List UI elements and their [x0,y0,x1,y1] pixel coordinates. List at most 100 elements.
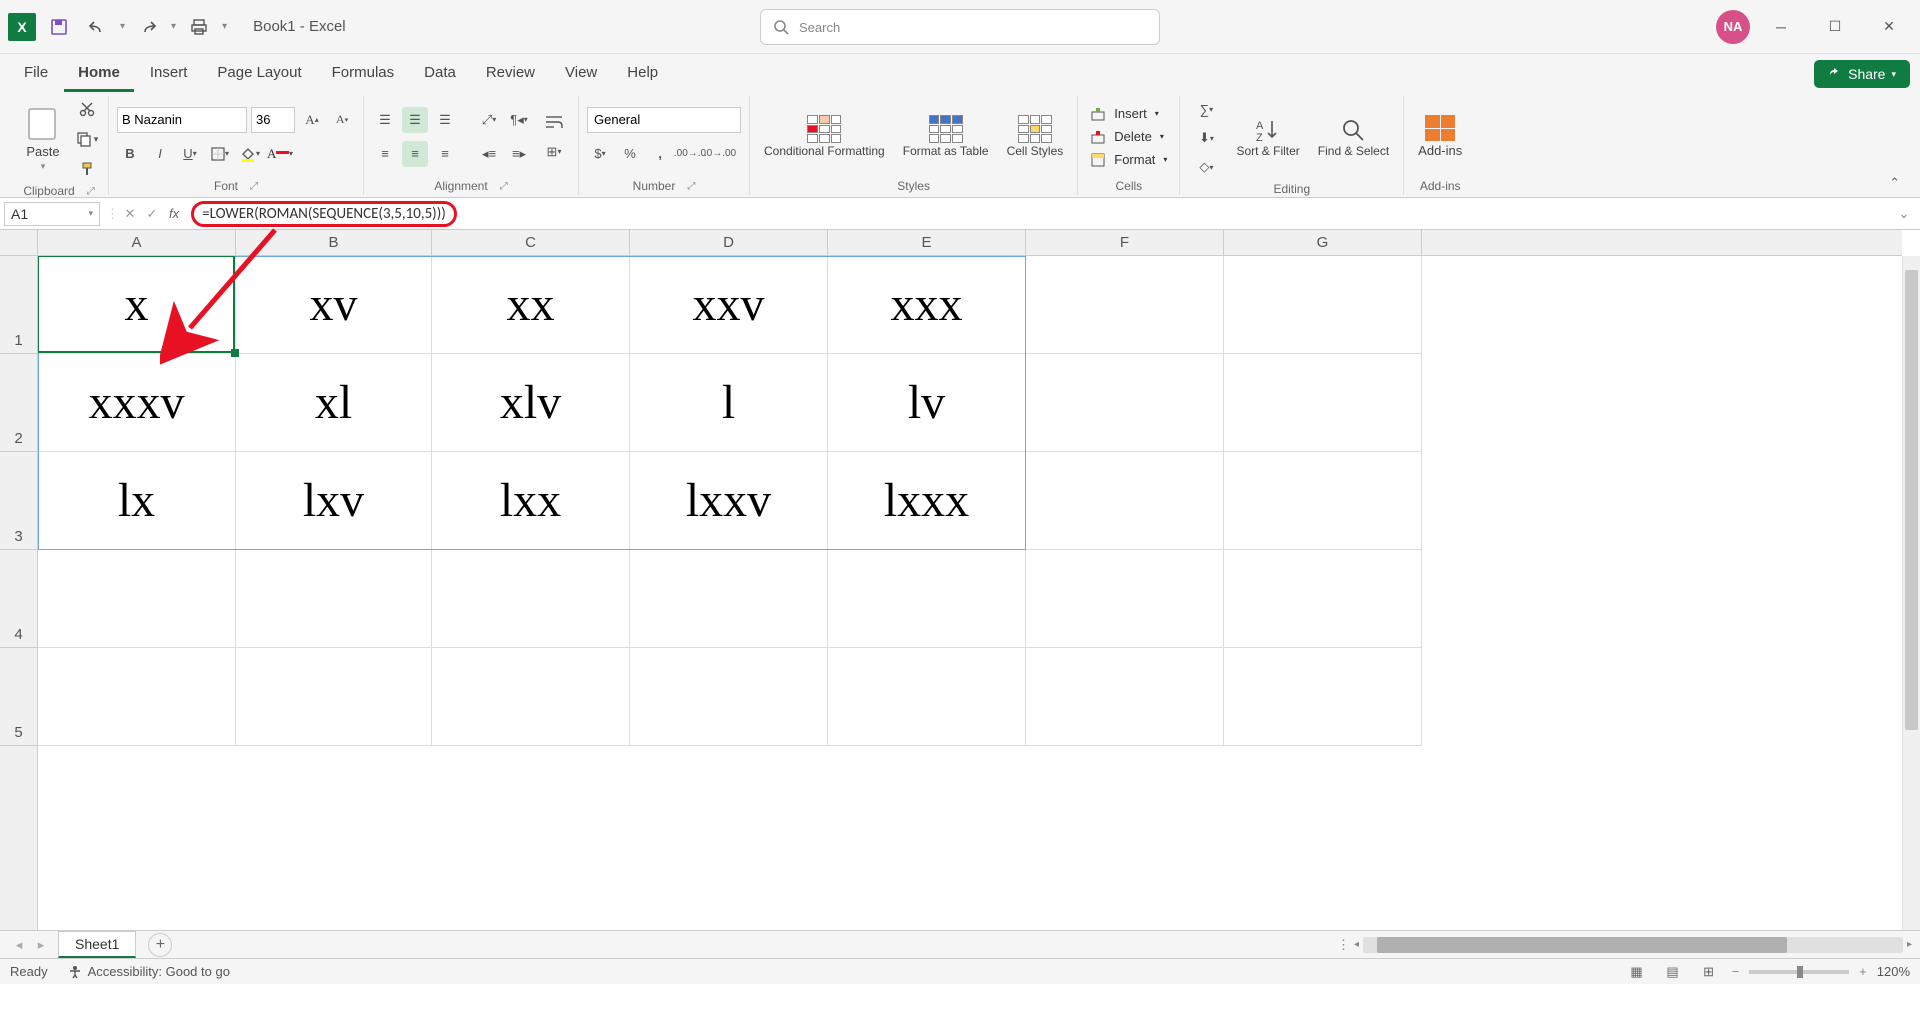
tab-home[interactable]: Home [64,56,134,92]
vscroll-thumb[interactable] [1905,270,1918,730]
clipboard-launcher[interactable]: ⤢ [87,186,95,197]
page-break-view-button[interactable]: ⊞ [1696,961,1722,983]
cells-area[interactable]: xxvxxxxvxxxxxxvxlxlvllvlxlxvlxxlxxvlxxx [38,256,1902,930]
sort-filter-button[interactable]: AZ Sort & Filter [1230,113,1305,162]
cell-D3[interactable]: lxxv [630,452,828,550]
increase-decimal-button[interactable]: .00→.0 [677,141,703,167]
decrease-decimal-button[interactable]: .0→.00 [707,141,733,167]
tab-view[interactable]: View [551,56,611,92]
align-left-button[interactable]: ≡ [372,141,398,167]
share-button[interactable]: Share ▾ [1814,60,1910,88]
align-center-button[interactable]: ≡ [402,141,428,167]
cell-C2[interactable]: xlv [432,354,630,452]
undo-dropdown[interactable]: ▾ [120,21,125,32]
minimize-button[interactable]: ─ [1758,9,1804,45]
cell-C3[interactable]: lxx [432,452,630,550]
find-select-button[interactable]: Find & Select [1312,113,1395,162]
accounting-format-button[interactable]: $▾ [587,141,613,167]
print-button[interactable] [184,12,214,42]
align-right-button[interactable]: ≡ [432,141,458,167]
row-header-4[interactable]: 4 [0,550,37,648]
cell-D1[interactable]: xxv [630,256,828,354]
bold-button[interactable]: B [117,141,143,167]
cell-B2[interactable]: xl [236,354,432,452]
increase-font-button[interactable]: A▴ [299,107,325,133]
column-header-C[interactable]: C [432,230,630,255]
format-as-table-button[interactable]: Format as Table [897,111,995,162]
addins-button[interactable]: Add-ins [1412,111,1468,162]
insert-cells-button[interactable]: Insert▾ [1086,104,1171,124]
cell-A2[interactable]: xxxv [38,354,236,452]
cell-C1[interactable]: xx [432,256,630,354]
select-all-corner[interactable] [0,230,38,256]
zoom-thumb[interactable] [1797,966,1803,978]
cell-A5[interactable] [38,648,236,746]
row-header-1[interactable]: 1 [0,256,37,354]
format-cells-button[interactable]: Format▾ [1086,150,1171,170]
format-painter-button[interactable] [74,156,100,182]
cell-A1[interactable]: x [38,256,236,354]
user-avatar[interactable]: NA [1716,10,1750,44]
column-header-F[interactable]: F [1026,230,1224,255]
paste-button[interactable]: Paste ▾ [18,102,68,176]
add-sheet-button[interactable]: + [148,933,172,957]
cut-button[interactable] [74,96,100,122]
cell-C5[interactable] [432,648,630,746]
close-button[interactable]: ✕ [1866,9,1912,45]
formula-input[interactable]: =LOWER(ROMAN(SEQUENCE(3,5,10,5))) [185,202,1892,226]
tab-help[interactable]: Help [613,56,672,92]
number-launcher[interactable]: ⤢ [687,181,695,192]
align-middle-button[interactable]: ☰ [402,107,428,133]
tab-insert[interactable]: Insert [136,56,202,92]
sheet-nav-prev[interactable]: ◂ [8,934,30,956]
cell-G1[interactable] [1224,256,1422,354]
cell-D2[interactable]: l [630,354,828,452]
name-box[interactable]: A1 ▾ [4,202,100,226]
merge-center-button[interactable]: ⊞▾ [538,139,570,165]
insert-function-button[interactable]: fx [169,206,179,221]
cancel-formula-button[interactable]: ✕ [119,203,141,225]
page-layout-view-button[interactable]: ▤ [1660,961,1686,983]
qat-customize[interactable]: ▾ [222,21,227,32]
borders-button[interactable]: ▾ [207,141,233,167]
decrease-indent-button[interactable]: ◂≡ [476,141,502,167]
font-size-select[interactable] [251,107,295,133]
fill-handle[interactable] [231,349,239,357]
cell-E5[interactable] [828,648,1026,746]
cell-F3[interactable] [1026,452,1224,550]
accessibility-status[interactable]: Accessibility: Good to go [68,964,230,979]
percent-format-button[interactable]: % [617,141,643,167]
conditional-formatting-button[interactable]: Conditional Formatting [758,111,891,162]
maximize-button[interactable]: ☐ [1812,9,1858,45]
cell-G5[interactable] [1224,648,1422,746]
hscroll-thumb[interactable] [1377,937,1787,953]
cell-F1[interactable] [1026,256,1224,354]
column-header-A[interactable]: A [38,230,236,255]
cell-A4[interactable] [38,550,236,648]
copy-button[interactable]: ▾ [74,126,100,152]
decrease-font-button[interactable]: A▾ [329,107,355,133]
align-top-button[interactable]: ☰ [372,107,398,133]
sheet-tabs-splitter[interactable]: ⋮ [1337,937,1350,953]
redo-dropdown[interactable]: ▾ [171,21,176,32]
cell-D5[interactable] [630,648,828,746]
save-button[interactable] [44,12,74,42]
cell-E3[interactable]: lxxx [828,452,1026,550]
search-box[interactable]: Search [760,9,1160,45]
align-bottom-button[interactable]: ☰ [432,107,458,133]
text-direction-button[interactable]: ¶◂▾ [506,107,532,133]
normal-view-button[interactable]: ▦ [1624,961,1650,983]
cell-styles-button[interactable]: Cell Styles [1001,111,1070,162]
wrap-text-button[interactable] [538,109,570,135]
redo-button[interactable] [133,12,163,42]
fill-color-button[interactable]: ▾ [237,141,263,167]
row-header-2[interactable]: 2 [0,354,37,452]
row-header-3[interactable]: 3 [0,452,37,550]
tab-page-layout[interactable]: Page Layout [203,56,315,92]
font-launcher[interactable]: ⤢ [250,181,258,192]
sheet-nav-next[interactable]: ▸ [30,934,52,956]
enter-formula-button[interactable]: ✓ [141,203,163,225]
hscroll-right[interactable]: ▸ [1907,939,1912,950]
zoom-out-button[interactable]: − [1732,964,1740,979]
zoom-slider[interactable] [1749,970,1849,974]
